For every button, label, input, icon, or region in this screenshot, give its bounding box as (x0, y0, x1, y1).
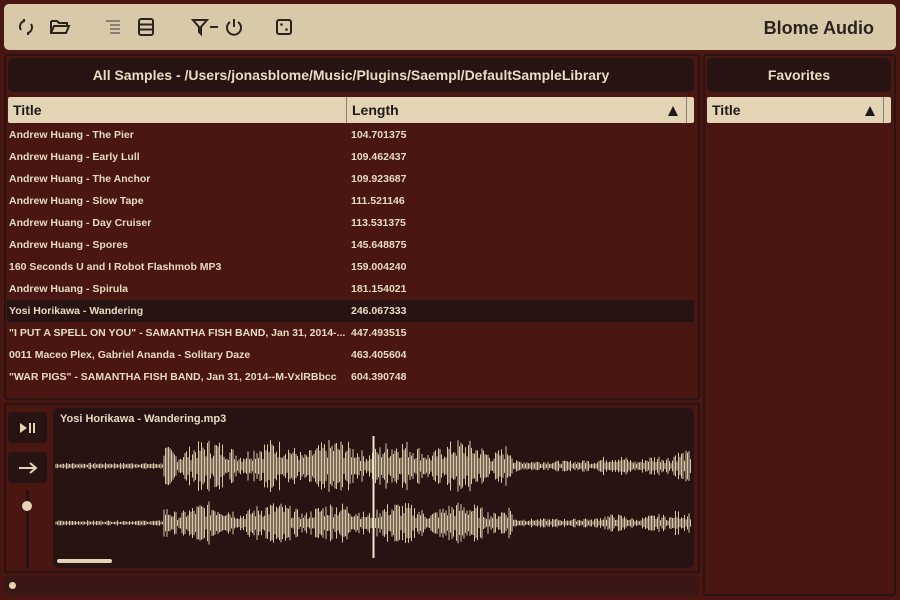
row-length: 181.154021 (351, 283, 407, 295)
toolbar: Blome Audio (4, 4, 896, 50)
column-header-length[interactable]: Length (347, 97, 687, 123)
table-row[interactable]: "WAR PIGS" - SAMANTHA FISH BAND, Jan 31,… (7, 366, 694, 388)
table-row[interactable]: Andrew Huang - Early Lull 109.462437 (7, 146, 694, 168)
table-row[interactable]: Andrew Huang - Spores 145.648875 (7, 234, 694, 256)
row-length: 159.004240 (351, 261, 407, 273)
favorites-title: Favorites (707, 58, 891, 92)
table-row[interactable]: "I PUT A SPELL ON YOU" - SAMANTHA FISH B… (7, 322, 694, 344)
row-title: Andrew Huang - The Pier (9, 129, 134, 141)
table-row[interactable]: Andrew Huang - Slow Tape 111.521146 (7, 190, 694, 212)
table-row[interactable]: Yosi Horikawa - Wandering 246.067333 (7, 300, 694, 322)
row-length: 104.701375 (351, 129, 407, 141)
favorites-panel (703, 54, 896, 596)
row-length: 604.390748 (351, 371, 407, 383)
row-length: 109.923687 (351, 173, 407, 185)
row-length: 246.067333 (351, 305, 407, 317)
row-length: 113.531375 (351, 217, 406, 229)
table-row[interactable]: Andrew Huang - Spirula 181.154021 (7, 278, 694, 300)
row-title: 0011 Maceo Plex, Gabriel Ananda - Solita… (9, 349, 251, 361)
row-title: "I PUT A SPELL ON YOU" - SAMANTHA FISH B… (9, 327, 346, 339)
sort-ascending-icon (668, 106, 678, 116)
autoplay-toggle-button[interactable] (8, 452, 47, 483)
table-row[interactable]: Andrew Huang - The Pier 104.701375 (7, 124, 694, 146)
column-header-title[interactable]: Title (8, 97, 347, 123)
library-table-header: Title Length (8, 97, 694, 123)
favorites-column-header-title[interactable]: Title (707, 97, 884, 123)
row-title: Yosi Horikawa - Wandering (9, 305, 144, 317)
arrow-right-icon (18, 461, 38, 474)
table-row[interactable]: 0011 Maceo Plex, Gabriel Ananda - Solita… (7, 344, 694, 366)
library-path-title: All Samples - /Users/jonasblome/Music/Pl… (8, 58, 694, 92)
row-title: Andrew Huang - Spirula (9, 283, 129, 295)
table-rows-icon[interactable] (132, 13, 160, 41)
row-title: Andrew Huang - Spores (9, 239, 129, 251)
row-length: 463.405604 (351, 349, 407, 361)
play-pause-button[interactable] (8, 412, 47, 443)
volume-slider-handle[interactable] (22, 500, 32, 511)
folder-open-icon[interactable] (46, 13, 74, 41)
brand-title: Blome Audio (763, 18, 874, 38)
status-bar (4, 576, 698, 595)
list-indent-icon[interactable] (98, 13, 126, 41)
row-title: Andrew Huang - Early Lull (9, 151, 140, 163)
table-row[interactable]: Andrew Huang - The Anchor 109.923687 (7, 168, 694, 190)
favorites-table-header: Title (707, 97, 891, 123)
row-length: 145.648875 (351, 239, 407, 251)
library-table-body: Andrew Huang - The Pier 104.701375 Andrew … (7, 124, 695, 394)
waveform-display[interactable]: Yosi Horikawa - Wandering.mp3 (53, 408, 694, 568)
row-title: Andrew Huang - Slow Tape (9, 195, 144, 207)
status-indicator-icon (9, 582, 16, 589)
table-row[interactable]: 160 Seconds U and I Robot Flashmob MP3 15… (7, 256, 694, 278)
row-title: Andrew Huang - Day Cruiser (9, 217, 152, 229)
refresh-icon[interactable] (12, 13, 40, 41)
table-row[interactable]: Andrew Huang - Day Cruiser 113.531375 (7, 212, 694, 234)
row-length: 111.521146 (351, 195, 405, 207)
row-length: 447.493515 (351, 327, 407, 339)
horizontal-scrollbar[interactable] (57, 559, 112, 563)
power-icon[interactable] (220, 13, 248, 41)
dice-icon[interactable] (270, 13, 298, 41)
row-length: 109.462437 (351, 151, 407, 163)
row-title: "WAR PIGS" - SAMANTHA FISH BAND, Jan 31,… (9, 371, 337, 383)
sort-ascending-icon (865, 106, 875, 116)
row-title: Andrew Huang - The Anchor (9, 173, 151, 185)
play-pause-icon (19, 422, 35, 433)
waveform-svg (55, 436, 691, 558)
filter-icon[interactable] (190, 13, 222, 41)
row-title: 160 Seconds U and I Robot Flashmob MP3 (9, 261, 222, 273)
